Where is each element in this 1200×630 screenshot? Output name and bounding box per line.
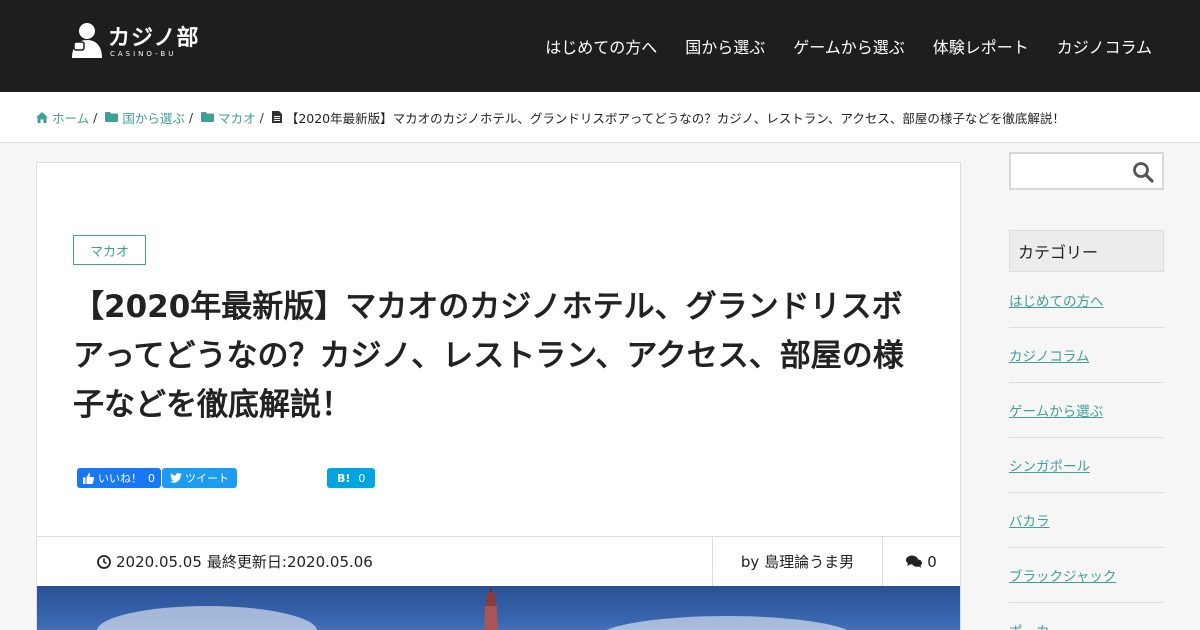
logo-subtext: CASINO-BU bbox=[110, 50, 177, 58]
list-item: ゲームから選ぶ bbox=[1009, 383, 1164, 438]
comment-count-value: 0 bbox=[927, 552, 937, 571]
list-item: バカラ bbox=[1009, 493, 1164, 548]
breadcrumb-separator: / bbox=[259, 109, 264, 125]
logo-person-icon bbox=[72, 23, 102, 58]
facebook-like-label: いいね！ bbox=[98, 472, 142, 485]
sidebar-category-link[interactable]: ブラックジャック bbox=[1009, 565, 1116, 585]
clock-icon bbox=[97, 554, 111, 569]
updated-date: 2020.05.06 bbox=[286, 552, 373, 571]
breadcrumb-macau-label: マカオ bbox=[218, 110, 256, 126]
category-tag[interactable]: マカオ bbox=[73, 235, 146, 265]
sidebar-category-heading: カテゴリー bbox=[1009, 230, 1164, 272]
article-meta: 2020.05.05 最終更新日: 2020.05.06 by 島理論うま男 0 bbox=[37, 536, 960, 586]
main-nav: はじめての方へ 国から選ぶ ゲームから選ぶ 体験レポート カジノコラム bbox=[517, 0, 1152, 92]
list-item: ブラックジャック bbox=[1009, 548, 1164, 603]
cloud-shape bbox=[97, 606, 317, 630]
thumbs-up-icon bbox=[83, 472, 94, 484]
sidebar-category-link[interactable]: シンガポール bbox=[1009, 455, 1090, 475]
nav-item-by-country[interactable]: 国から選ぶ bbox=[685, 34, 765, 58]
updated-label: 最終更新日: bbox=[206, 553, 287, 571]
document-icon bbox=[271, 111, 282, 123]
share-buttons: いいね！ 0 ツイート B! 0 bbox=[77, 468, 376, 488]
article-dates: 2020.05.05 最終更新日: 2020.05.06 bbox=[37, 537, 713, 586]
nav-item-by-game[interactable]: ゲームから選ぶ bbox=[793, 34, 905, 58]
breadcrumb-country-label: 国から選ぶ bbox=[122, 110, 185, 126]
tower-silhouette bbox=[484, 586, 498, 630]
site-header: カジノ部 CASINO-BU はじめての方へ 国から選ぶ ゲームから選ぶ 体験レ… bbox=[0, 0, 1200, 92]
nav-item-beginners[interactable]: はじめての方へ bbox=[545, 34, 657, 58]
facebook-like-button[interactable]: いいね！ 0 bbox=[77, 468, 161, 488]
sidebar-category-list: はじめての方へ カジノコラム ゲームから選ぶ シンガポール バカラ ブラックジャ… bbox=[1009, 273, 1164, 630]
comment-count[interactable]: 0 bbox=[883, 537, 960, 586]
folder-icon bbox=[105, 112, 119, 122]
folder-icon bbox=[201, 112, 215, 122]
breadcrumb-current-label: 【2020年最新版】マカオのカジノホテル、グランドリスボアってどうなの？カジノ、… bbox=[285, 110, 1065, 126]
cloud-shape bbox=[597, 616, 857, 630]
site-logo[interactable]: カジノ部 CASINO-BU bbox=[70, 20, 210, 62]
hero-image bbox=[37, 586, 960, 630]
sidebar-search-input[interactable] bbox=[1009, 152, 1164, 190]
twitter-bird-icon bbox=[170, 473, 182, 483]
breadcrumb-country[interactable]: 国から選ぶ bbox=[105, 108, 185, 127]
list-item: ポーカー bbox=[1009, 603, 1164, 630]
sidebar-category-link[interactable]: はじめての方へ bbox=[1009, 290, 1104, 310]
breadcrumb-separator: / bbox=[93, 109, 98, 125]
tweet-label: ツイート bbox=[185, 472, 229, 485]
list-item: カジノコラム bbox=[1009, 328, 1164, 383]
search-icon[interactable] bbox=[1132, 161, 1154, 183]
breadcrumb-home-label: ホーム bbox=[52, 110, 90, 126]
hatena-bookmark-button[interactable]: B! 0 bbox=[327, 468, 376, 488]
list-item: シンガポール bbox=[1009, 438, 1164, 493]
breadcrumb-current: 【2020年最新版】マカオのカジノホテル、グランドリスボアってどうなの？カジノ、… bbox=[271, 108, 1065, 127]
nav-item-column[interactable]: カジノコラム bbox=[1057, 34, 1152, 58]
home-icon bbox=[36, 111, 48, 123]
comments-icon bbox=[906, 555, 923, 568]
published-date: 2020.05.05 bbox=[116, 552, 202, 571]
sidebar-category-link[interactable]: バカラ bbox=[1009, 510, 1050, 530]
breadcrumb-home[interactable]: ホーム bbox=[36, 108, 89, 127]
sidebar-category-link[interactable]: ゲームから選ぶ bbox=[1009, 400, 1103, 420]
sidebar-category-link[interactable]: カジノコラム bbox=[1009, 345, 1089, 365]
logo-text: カジノ部 bbox=[108, 26, 200, 51]
hatena-bookmark-count: 0 bbox=[358, 471, 366, 485]
nav-item-reports[interactable]: 体験レポート bbox=[933, 34, 1029, 58]
facebook-like-count: 0 bbox=[148, 471, 155, 485]
hatena-bookmark-label: B! bbox=[337, 471, 351, 485]
article-author[interactable]: by 島理論うま男 bbox=[713, 537, 883, 586]
sidebar-category-link[interactable]: ポーカー bbox=[1009, 620, 1063, 630]
breadcrumb: ホーム / 国から選ぶ / マカオ / 【2020年最新版】マカオのカジノホテル… bbox=[0, 92, 1200, 143]
breadcrumb-separator: / bbox=[188, 109, 194, 125]
tweet-button[interactable]: ツイート bbox=[162, 468, 237, 488]
breadcrumb-macau[interactable]: マカオ bbox=[201, 108, 256, 127]
article-title: 【2020年最新版】マカオのカジノホテル、グランドリスボアってどうなの？カジノ、… bbox=[73, 289, 904, 423]
article-card: マカオ 【2020年最新版】マカオのカジノホテル、グランドリスボアってどうなの？… bbox=[36, 162, 961, 630]
list-item: はじめての方へ bbox=[1009, 273, 1164, 328]
